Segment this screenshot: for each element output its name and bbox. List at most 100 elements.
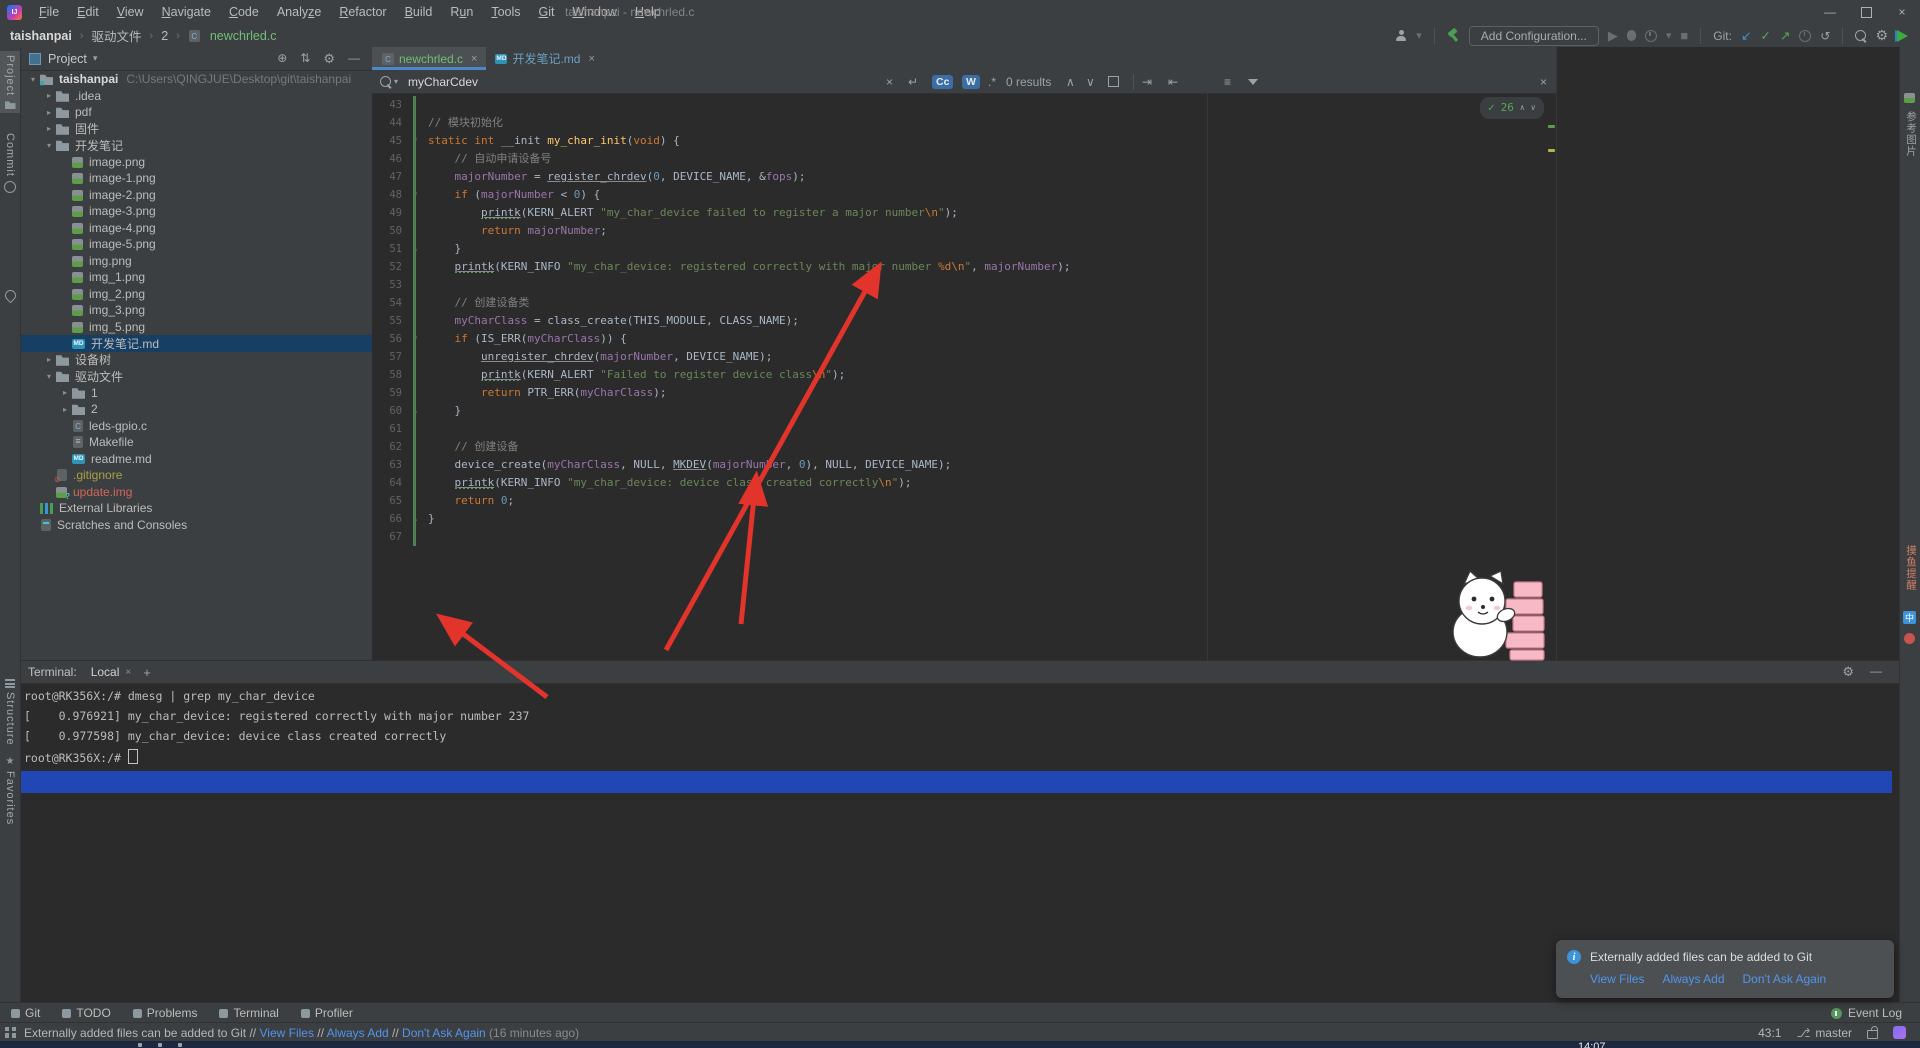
tree-row[interactable]: readme.md [20, 451, 372, 468]
code-line[interactable]: 53 [372, 276, 1556, 294]
menu-item[interactable]: Refactor [330, 0, 395, 24]
breadcrumb-item[interactable]: newchrled.c [188, 29, 277, 43]
code-line[interactable]: 60∧ } [372, 402, 1556, 420]
code-line[interactable]: 49 printk(KERN_ALERT "my_char_device fai… [372, 204, 1556, 222]
breadcrumb-item[interactable]: 2 [161, 29, 168, 43]
settings-gear-icon[interactable]: ⚙ [1875, 27, 1888, 44]
chevron-down-icon[interactable]: ▾ [1416, 29, 1422, 42]
tree-row[interactable]: .gitignore [20, 467, 372, 484]
shield-icon[interactable] [1893, 1026, 1906, 1039]
close-icon[interactable]: × [125, 667, 131, 678]
bottom-tab-git[interactable]: Git [0, 1006, 51, 1020]
code-line[interactable]: 65 return 0; [372, 492, 1556, 510]
hide-panel-icon[interactable]: — [348, 51, 360, 67]
tool-stripe-project[interactable]: Project [0, 51, 20, 113]
tree-row[interactable]: Scratches and Consoles [20, 517, 372, 534]
chevron-down-icon[interactable]: ▾ [93, 53, 98, 64]
search-options-icon[interactable]: ≡ [1224, 70, 1231, 93]
code-line[interactable]: 64 printk(KERN_INFO "my_char_device: dev… [372, 474, 1556, 492]
terminal-minimize-icon[interactable]: — [1870, 664, 1882, 680]
menu-item[interactable]: Tools [482, 0, 529, 24]
chevron-down-icon[interactable]: ▾ [26, 75, 40, 84]
code-line[interactable]: 45∨static int __init my_char_init(void) … [372, 132, 1556, 150]
notification-action-link[interactable]: View Files [1590, 972, 1644, 986]
terminal-new-tab-button[interactable]: + [143, 665, 151, 680]
editor-tab[interactable]: 开发笔记.md× [486, 47, 603, 70]
match-case-toggle[interactable]: Cc [932, 70, 953, 93]
chevron-down-icon[interactable]: ▾ [42, 141, 56, 150]
pin-icon[interactable] [3, 288, 19, 304]
menu-item[interactable]: Analyze [268, 0, 330, 24]
add-selection-icon[interactable]: ⇥ [1142, 70, 1152, 93]
git-commit-icon[interactable]: ✓ [1760, 28, 1770, 43]
find-query-input[interactable]: myCharCdev [408, 70, 478, 93]
tree-row[interactable]: image-3.png [20, 203, 372, 220]
caret-position[interactable]: 43:1 [1758, 1026, 1781, 1040]
tree-row[interactable]: image-4.png [20, 220, 372, 237]
tree-row[interactable]: img_3.png [20, 302, 372, 319]
panel-settings-icon[interactable]: ⚙ [323, 51, 335, 67]
tree-row[interactable]: image.png [20, 154, 372, 171]
right-stripe-top-label[interactable]: 参考图片 [1904, 111, 1919, 157]
filter-icon[interactable] [1248, 70, 1258, 93]
build-hammer-icon[interactable] [1447, 29, 1460, 42]
close-icon[interactable]: × [471, 53, 477, 65]
tree-row[interactable]: ▾驱动文件 [20, 368, 372, 385]
notification-action-link[interactable]: Don't Ask Again [1743, 972, 1827, 986]
code-line[interactable]: 67 [372, 528, 1556, 546]
newline-icon[interactable]: ↵ [908, 70, 918, 93]
regex-toggle[interactable]: .* [988, 70, 996, 93]
menu-item[interactable]: Git [530, 0, 564, 24]
tree-row[interactable]: ▸2 [20, 401, 372, 418]
menu-item[interactable]: Edit [68, 0, 108, 24]
maximize-button[interactable] [1848, 0, 1884, 24]
code-line[interactable]: 51∧ } [372, 240, 1556, 258]
prev-match-icon[interactable]: ∧ [1066, 70, 1075, 93]
tree-row[interactable]: leds-gpio.c [20, 418, 372, 435]
clear-search-icon[interactable]: × [886, 70, 893, 93]
image-tool-icon[interactable] [1904, 93, 1915, 103]
code-line[interactable]: 50 return majorNumber; [372, 222, 1556, 240]
code-line[interactable]: 66∧} [372, 510, 1556, 528]
tool-switcher-icon[interactable] [5, 1027, 16, 1038]
event-log-button[interactable]: Event Log [1831, 1006, 1920, 1020]
chevron-down-icon[interactable]: ▾ [42, 372, 56, 381]
menu-item[interactable]: Code [220, 0, 268, 24]
next-problem-icon[interactable]: ∨ [1531, 99, 1536, 117]
close-button[interactable]: × [1884, 0, 1920, 24]
locate-icon[interactable]: ⊕ [277, 51, 287, 67]
tree-row[interactable]: image-1.png [20, 170, 372, 187]
bottom-tab-profiler[interactable]: Profiler [290, 1006, 364, 1020]
tree-row[interactable]: ▾taishanpaiC:\Users\QINGJUE\Desktop\git\… [20, 71, 372, 88]
chevron-right-icon[interactable]: ▸ [42, 124, 56, 133]
search-history-icon[interactable]: ▾ [394, 70, 398, 93]
chevron-right-icon[interactable]: ▸ [58, 405, 72, 414]
tool-stripe-commit[interactable]: Commit [0, 129, 20, 197]
code-line[interactable]: 52 printk(KERN_INFO "my_char_device: reg… [372, 258, 1556, 276]
tree-row[interactable]: ▾开发笔记 [20, 137, 372, 154]
menu-item[interactable]: Build [396, 0, 442, 24]
tree-row[interactable]: ▸1 [20, 385, 372, 402]
chevron-right-icon[interactable]: ▸ [42, 355, 56, 364]
breadcrumb-item[interactable]: taishanpai [10, 29, 72, 43]
tree-row[interactable]: image-2.png [20, 187, 372, 204]
editor-tab[interactable]: newchrled.c× [372, 47, 486, 70]
remove-selection-icon[interactable]: ⇤ [1168, 70, 1178, 93]
code-line[interactable]: 57 unregister_chrdev(majorNumber, DEVICE… [372, 348, 1556, 366]
bottom-tab-todo[interactable]: TODO [51, 1006, 121, 1020]
breadcrumb-item[interactable]: 驱动文件 [92, 26, 142, 45]
terminal-tab-local[interactable]: Local× [91, 665, 132, 679]
git-push-icon[interactable]: ↗ [1780, 28, 1790, 43]
search-everywhere-icon[interactable] [1855, 30, 1866, 41]
plugin-icon[interactable] [1897, 30, 1908, 42]
code-area[interactable]: 4344// 模块初始化45∨static int __init my_char… [372, 93, 1556, 660]
translate-icon[interactable]: 中 [1903, 611, 1916, 624]
project-panel-title[interactable]: Project [48, 52, 87, 66]
select-all-matches-icon[interactable] [1108, 70, 1119, 93]
close-icon[interactable]: × [588, 53, 594, 65]
code-line[interactable]: 54 // 创建设备类 [372, 294, 1556, 312]
code-line[interactable]: 55 myCharClass = class_create(THIS_MODUL… [372, 312, 1556, 330]
tree-row[interactable]: update.img [20, 484, 372, 501]
tool-stripe-favorites[interactable]: ★ Favorites [0, 753, 20, 829]
prev-problem-icon[interactable]: ∧ [1520, 99, 1525, 117]
